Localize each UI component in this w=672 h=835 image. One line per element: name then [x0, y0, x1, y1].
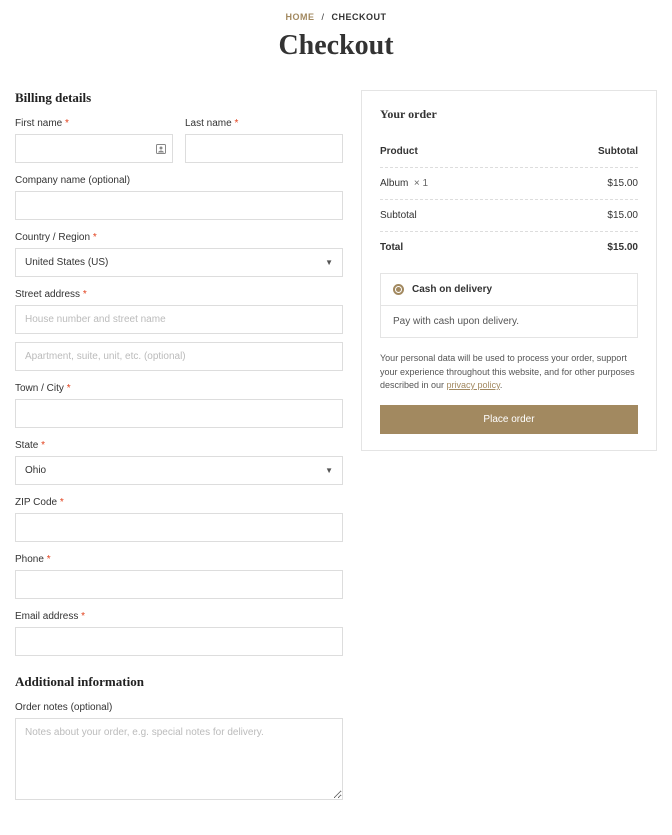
street-label: Street address *	[15, 289, 343, 300]
state-value: Ohio	[25, 465, 46, 476]
state-select[interactable]: Ohio ▼	[15, 456, 343, 485]
country-select[interactable]: United States (US) ▼	[15, 248, 343, 277]
chevron-down-icon: ▼	[325, 466, 333, 475]
email-field[interactable]	[15, 627, 343, 656]
order-notes-label: Order notes (optional)	[15, 702, 343, 713]
order-notes-field[interactable]	[15, 718, 343, 800]
billing-heading: Billing details	[15, 90, 343, 106]
city-field[interactable]	[15, 399, 343, 428]
breadcrumb-current: CHECKOUT	[332, 12, 387, 22]
city-label: Town / City *	[15, 383, 343, 394]
street-address-1-field[interactable]	[15, 305, 343, 334]
order-item-price: $15.00	[607, 178, 638, 189]
country-label: Country / Region *	[15, 232, 343, 243]
zip-label: ZIP Code *	[15, 497, 343, 508]
order-subtotal-label: Subtotal	[380, 210, 417, 221]
radio-selected-icon	[393, 284, 404, 295]
first-name-label: First name *	[15, 118, 173, 129]
payment-method-cod[interactable]: Cash on delivery	[381, 274, 637, 305]
state-label: State *	[15, 440, 343, 451]
privacy-text: Your personal data will be used to proce…	[380, 352, 638, 393]
order-total-value: $15.00	[607, 242, 638, 253]
page-title: Checkout	[15, 30, 657, 62]
order-subtotal-value: $15.00	[607, 210, 638, 221]
payment-method-description: Pay with cash upon delivery.	[381, 305, 637, 337]
phone-label: Phone *	[15, 554, 343, 565]
first-name-field[interactable]	[15, 134, 173, 163]
place-order-button[interactable]: Place order	[380, 405, 638, 434]
company-field[interactable]	[15, 191, 343, 220]
street-address-2-field[interactable]	[15, 342, 343, 371]
last-name-label: Last name *	[185, 118, 343, 129]
order-item-name: Album × 1	[380, 178, 428, 189]
your-order-heading: Your order	[380, 107, 638, 122]
email-label: Email address *	[15, 611, 343, 622]
order-col-subtotal: Subtotal	[598, 146, 638, 157]
breadcrumb-home[interactable]: HOME	[285, 12, 314, 22]
chevron-down-icon: ▼	[325, 258, 333, 267]
order-col-product: Product	[380, 146, 418, 157]
last-name-field[interactable]	[185, 134, 343, 163]
zip-field[interactable]	[15, 513, 343, 542]
order-total-label: Total	[380, 242, 403, 253]
country-value: United States (US)	[25, 257, 108, 268]
breadcrumb-separator: /	[321, 12, 324, 22]
additional-heading: Additional information	[15, 674, 343, 690]
breadcrumb: HOME / CHECKOUT	[15, 12, 657, 22]
payment-method-label: Cash on delivery	[412, 284, 492, 295]
company-label: Company name (optional)	[15, 175, 343, 186]
privacy-policy-link[interactable]: privacy policy	[447, 380, 500, 390]
phone-field[interactable]	[15, 570, 343, 599]
autofill-contact-icon[interactable]	[155, 143, 167, 155]
